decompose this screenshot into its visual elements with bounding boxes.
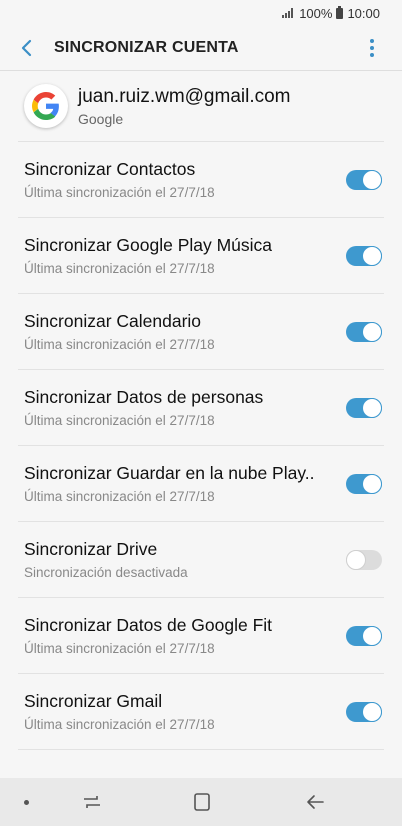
sync-toggle[interactable] [346,245,382,266]
sync-item-subtitle: Última sincronización el 27/7/18 [24,185,215,200]
sync-item-guardar-nube[interactable]: Sincronizar Guardar en la nube Play.. Últ… [18,446,384,522]
sync-toggle[interactable] [346,321,382,342]
sync-item-title: Sincronizar Calendario [24,311,202,331]
sync-item-subtitle: Última sincronización el 27/7/18 [24,261,215,276]
nav-indicator-dot [24,800,29,805]
sync-item-subtitle: Última sincronización el 27/7/18 [24,489,215,504]
sync-item-title: Sincronizar Datos de personas [24,387,264,407]
sync-item-gmail[interactable]: Sincronizar Gmail Última sincronización e… [18,674,384,750]
sync-toggle[interactable] [346,549,382,570]
sync-toggle[interactable] [346,625,382,646]
sync-item-subtitle: Última sincronización el 27/7/18 [24,413,215,428]
sync-toggle[interactable] [346,473,382,494]
sync-item-subtitle: Sincronización desactivada [24,565,188,580]
recent-apps-button[interactable] [80,790,104,814]
page-title: SINCRONIZAR CUENTA [54,39,239,56]
app-header: SINCRONIZAR CUENTA [0,26,402,71]
sync-toggle[interactable] [346,397,382,418]
sync-list: Sincronizar Contactos Última sincronizaci… [18,142,384,750]
account-type: Google [78,110,124,127]
sync-item-subtitle: Última sincronización el 27/7/18 [24,717,215,732]
sync-item-title: Sincronizar Datos de Google Fit [24,615,273,635]
status-time: 10:00 [347,5,380,21]
recent-apps-icon [84,796,100,808]
home-icon [194,793,210,811]
sync-item-subtitle: Última sincronización el 27/7/18 [24,337,215,352]
back-button[interactable] [0,26,54,70]
sync-item-datos-personas[interactable]: Sincronizar Datos de personas Última sinc… [18,370,384,446]
sync-item-title: Sincronizar Contactos [24,159,196,179]
chevron-left-icon [21,39,32,57]
sync-item-title: Sincronizar Drive [24,539,158,559]
sync-item-calendario[interactable]: Sincronizar Calendario Última sincronizac… [18,294,384,370]
sync-toggle[interactable] [346,169,382,190]
sync-item-title: Sincronizar Guardar en la nube Play.. [24,463,315,483]
navigation-bar [0,778,402,826]
google-logo-icon [32,92,59,120]
battery-percent: 100% [299,5,333,21]
sync-item-drive[interactable]: Sincronizar Drive Sincronización desactiv… [18,522,384,598]
sync-item-subtitle: Última sincronización el 27/7/18 [24,641,215,656]
sync-item-title: Sincronizar Google Play Música [24,235,273,255]
sync-item-title: Sincronizar Gmail [24,691,163,711]
account-email: juan.ruiz.wm@gmail.com [78,85,291,107]
home-button[interactable] [190,790,214,814]
sync-item-play-musica[interactable]: Sincronizar Google Play Música Última sin… [18,218,384,294]
sync-item-google-fit[interactable]: Sincronizar Datos de Google Fit Última si… [18,598,384,674]
signal-icon [282,8,294,18]
account-header: juan.ruiz.wm@gmail.com Google [18,71,384,142]
more-options-button[interactable] [360,36,384,60]
account-avatar [24,84,68,128]
battery-icon [336,5,344,19]
status-bar: 100% 10:00 [0,0,402,26]
sync-toggle[interactable] [346,701,382,722]
back-nav-button[interactable] [303,790,327,814]
sync-item-contactos[interactable]: Sincronizar Contactos Última sincronizaci… [18,142,384,218]
back-arrow-icon [307,795,324,809]
more-vertical-icon [370,39,374,43]
